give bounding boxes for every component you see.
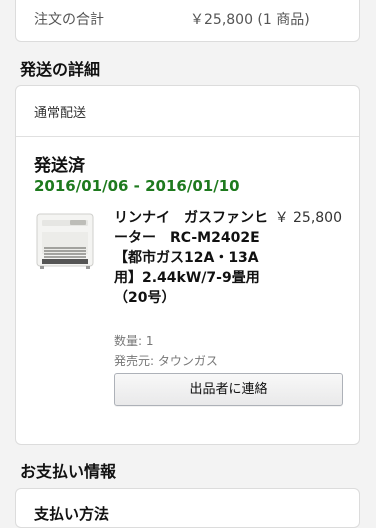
shipping-method: 通常配送 [34, 106, 87, 121]
shipment-status: 発送済 [34, 156, 85, 176]
product-price: ￥ 25,800 [274, 210, 342, 226]
payment-method-label: 支払い方法 [34, 505, 110, 523]
payment-info-card: 支払い方法 [15, 488, 360, 528]
order-summary-card: 1071000 注文の合計 ￥25,800 (1 商品) [15, 0, 360, 42]
gas-fan-heater-image[interactable] [34, 210, 96, 272]
divider [16, 136, 359, 137]
order-total-label: 注文の合計 [34, 12, 104, 28]
shipping-section-title: 発送の詳細 [20, 60, 101, 79]
product-quantity: 数量: 1 [114, 334, 154, 348]
order-total-value: ￥25,800 (1 商品) [190, 12, 310, 28]
product-name-link[interactable]: リンナイ ガスファンヒーター RC-M2402E【都市ガス12A・13A用】2.… [114, 208, 272, 308]
shipping-details-card: 通常配送 発送済 2016/01/06 - 2016/01/10 リンナイ ガス… [15, 85, 360, 445]
product-seller: 発売元: タウンガス [114, 354, 218, 368]
payment-section-title: お支払い情報 [20, 462, 117, 481]
delivery-dates: 2016/01/06 - 2016/01/10 [34, 177, 240, 195]
contact-seller-button[interactable]: 出品者に連絡 [114, 373, 343, 406]
